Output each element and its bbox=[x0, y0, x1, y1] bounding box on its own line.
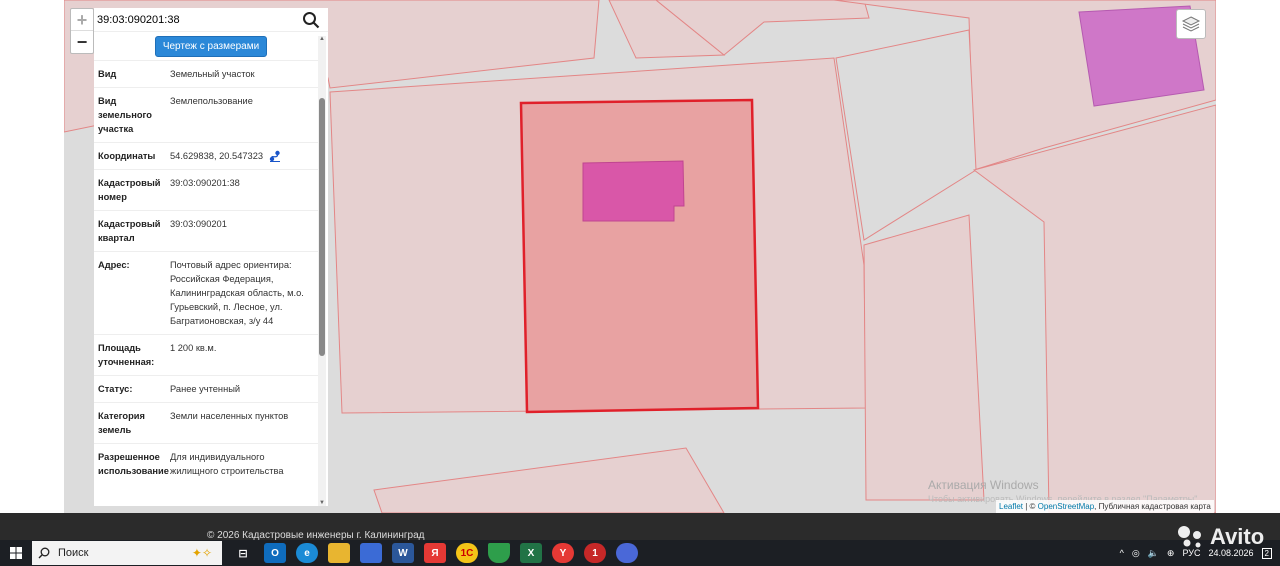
info-row-land-category: Категория земель Земли населенных пункто… bbox=[94, 402, 318, 443]
info-key: Категория земель bbox=[98, 411, 145, 435]
outlook-icon[interactable]: O bbox=[264, 543, 286, 563]
sparkle-icon: ✦✧ bbox=[191, 546, 212, 560]
windows-activation-watermark: Активация Windows bbox=[928, 478, 1039, 492]
info-value-coordinates: 54.629838, 20.547323 bbox=[170, 149, 314, 163]
explorer-icon[interactable] bbox=[328, 543, 350, 563]
taskbar-search-label: Поиск bbox=[58, 547, 89, 559]
copilot-icon[interactable] bbox=[616, 543, 638, 563]
info-value: Почтовый адрес ориентира: Российская Фед… bbox=[170, 260, 304, 326]
info-value: 39:03:090201 bbox=[170, 219, 227, 229]
coordinates-value: 54.629838, 20.547323 bbox=[170, 151, 264, 161]
site-footer: © 2026 Кадастровые инженеры г. Калинингр… bbox=[0, 513, 1280, 541]
parcel-right-large[interactable] bbox=[972, 104, 1216, 513]
taskbar-search[interactable]: Поиск ✦✧ bbox=[32, 541, 222, 565]
info-value: 1 200 кв.м. bbox=[170, 343, 217, 353]
page-margin-right bbox=[1216, 0, 1280, 513]
info-value: Земельный участок bbox=[170, 69, 255, 79]
avito-watermark: Avito bbox=[1176, 524, 1264, 550]
osm-link[interactable]: OpenStreetMap bbox=[1038, 502, 1094, 511]
shield-icon[interactable] bbox=[488, 543, 510, 563]
scroll-up-arrow-icon[interactable]: ▲ bbox=[318, 36, 326, 42]
word-icon[interactable]: W bbox=[392, 543, 414, 563]
excel-icon[interactable]: X bbox=[520, 543, 542, 563]
search-bar bbox=[94, 8, 328, 32]
info-row-status: Статус: Ранее учтенный bbox=[94, 375, 318, 402]
info-value: Землепользование bbox=[170, 96, 253, 106]
tray-network-icon[interactable]: ◎ bbox=[1132, 548, 1140, 559]
drawing-button-row: Чертеж с размерами bbox=[94, 32, 328, 60]
tray-globe-icon[interactable]: ⊕ bbox=[1167, 548, 1175, 559]
info-value: 39:03:090201:38 bbox=[170, 178, 240, 188]
parcel-road-corner[interactable] bbox=[835, 29, 977, 241]
tray-volume-icon[interactable]: 🔈 bbox=[1148, 548, 1159, 559]
info-key: Координаты bbox=[98, 151, 156, 161]
search-button[interactable] bbox=[299, 8, 323, 32]
drawing-with-dimensions-button[interactable]: Чертеж с размерами bbox=[154, 35, 268, 57]
info-value: Земли населенных пунктов bbox=[170, 411, 289, 421]
search-input[interactable] bbox=[94, 13, 299, 26]
zoom-control: + − bbox=[70, 8, 94, 54]
info-key: Вид bbox=[98, 69, 117, 79]
task-view-icon[interactable]: ⊟ bbox=[232, 543, 254, 563]
scrollbar-thumb[interactable] bbox=[319, 98, 325, 356]
info-key: Кадастровый квартал bbox=[98, 219, 161, 243]
tray-chevron-up-icon[interactable]: ^ bbox=[1120, 548, 1124, 558]
info-row-area: Площадь уточненная: 1 200 кв.м. bbox=[94, 334, 318, 375]
panel-scrollbar[interactable]: ▲ ▼ bbox=[318, 36, 326, 506]
info-key: Кадастровый номер bbox=[98, 178, 161, 202]
map-attribution: Leaflet | © OpenStreetMap, Публичная кад… bbox=[996, 500, 1214, 513]
page-margin-left bbox=[0, 0, 64, 513]
selected-parcel[interactable] bbox=[519, 98, 760, 414]
route-icon[interactable] bbox=[269, 150, 281, 162]
avito-logo-icon bbox=[1178, 526, 1201, 548]
zoom-out-button[interactable]: − bbox=[71, 31, 93, 53]
info-row-address: Адрес: Почтовый адрес ориентира: Российс… bbox=[94, 251, 318, 334]
info-row-cadastral-number: Кадастровый номер 39:03:090201:38 bbox=[94, 169, 318, 210]
info-row-cadastral-quarter: Кадастровый квартал 39:03:090201 bbox=[94, 210, 318, 251]
search-icon bbox=[303, 11, 320, 28]
layers-icon bbox=[1181, 16, 1201, 32]
info-key: Адрес: bbox=[98, 260, 130, 270]
info-row-permitted-use: Разрешенное использование Для индивидуал… bbox=[94, 443, 318, 484]
parcel-bottom[interactable] bbox=[373, 447, 725, 513]
scroll-down-arrow-icon[interactable]: ▼ bbox=[318, 500, 326, 506]
leaflet-link[interactable]: Leaflet bbox=[999, 502, 1023, 511]
layers-button[interactable] bbox=[1176, 9, 1206, 39]
info-panel: Чертеж с размерами Вид Земельный участок… bbox=[94, 8, 328, 506]
attribution-rest: , Публичная кадастровая карта bbox=[1094, 502, 1211, 511]
windows-logo-icon bbox=[10, 547, 22, 559]
parcel-info-table: Вид Земельный участок Вид земельного уча… bbox=[94, 60, 318, 484]
parcel-right-small[interactable] bbox=[863, 214, 985, 501]
info-key: Площадь уточненная: bbox=[98, 343, 155, 367]
yandex-icon[interactable]: Я bbox=[424, 543, 446, 563]
info-row-land-kind: Вид земельного участка Землепользование bbox=[94, 87, 318, 142]
start-button[interactable] bbox=[0, 540, 32, 566]
info-key: Вид земельного участка bbox=[98, 96, 152, 134]
edge-icon[interactable]: e bbox=[296, 543, 318, 563]
attribution-separator: | © bbox=[1023, 502, 1038, 511]
store-icon[interactable] bbox=[360, 543, 382, 563]
info-key: Разрешенное использование bbox=[98, 452, 169, 476]
info-row-coordinates: Координаты 54.629838, 20.547323 bbox=[94, 142, 318, 169]
avito-brand-text: Avito bbox=[1210, 524, 1265, 549]
info-key: Статус: bbox=[98, 384, 133, 394]
info-value: Для индивидуального жилищного строительс… bbox=[170, 452, 284, 476]
info-row-type: Вид Земельный участок bbox=[94, 60, 318, 87]
1c-icon[interactable]: 1С bbox=[456, 543, 478, 563]
selected-building[interactable] bbox=[582, 160, 685, 222]
taskbar-search-icon bbox=[38, 547, 50, 559]
yandex-browser-icon[interactable]: Y bbox=[552, 543, 574, 563]
task-view-glyph: ⊟ bbox=[238, 547, 248, 560]
zoom-in-button[interactable]: + bbox=[71, 9, 93, 31]
notes-icon[interactable]: 1 bbox=[584, 543, 606, 563]
info-value: Ранее учтенный bbox=[170, 384, 241, 394]
windows-taskbar: Поиск ✦✧ ⊟ O e W Я 1С X Y 1 ^ ◎ 🔈 ⊕ РУС … bbox=[0, 540, 1280, 566]
